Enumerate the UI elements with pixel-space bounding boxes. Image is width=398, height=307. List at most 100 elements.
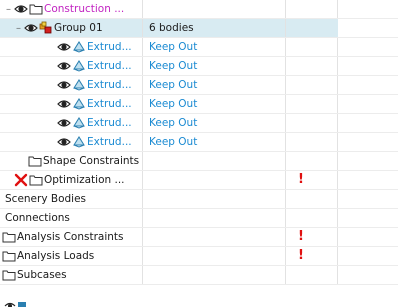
- tree-row-optimization[interactable]: Optimization ... !: [0, 171, 398, 190]
- status-cell: [286, 76, 338, 94]
- row-value: 6 bodies: [149, 22, 194, 34]
- row-value: [143, 193, 149, 205]
- name-cell: Shape Constraints: [0, 152, 143, 170]
- value-cell: Keep Out: [143, 95, 286, 113]
- warning-mark: !: [298, 172, 304, 187]
- extrude-icon: [72, 40, 86, 54]
- eye-icon[interactable]: [57, 116, 71, 130]
- name-cell: Extrud...: [0, 38, 143, 56]
- row-label: Extrud...: [87, 98, 132, 110]
- eye-icon[interactable]: [24, 21, 38, 35]
- name-cell: Scenery Bodies: [0, 190, 143, 208]
- eye-icon[interactable]: [57, 97, 71, 111]
- status-cell: [286, 0, 338, 18]
- extrude-icon: [72, 135, 86, 149]
- tree-row-subcases[interactable]: Subcases: [0, 266, 398, 285]
- row-label: Optimization ...: [44, 174, 125, 186]
- value-cell: [143, 0, 286, 18]
- folder-icon: [28, 154, 42, 168]
- eye-icon[interactable]: [57, 78, 71, 92]
- folder-icon: [29, 2, 43, 16]
- name-cell: Extrud...: [0, 114, 143, 132]
- eye-icon[interactable]: [57, 135, 71, 149]
- row-value: [143, 250, 149, 262]
- row-value[interactable]: Keep Out: [143, 41, 197, 53]
- extrude-icon: [72, 97, 86, 111]
- row-label: Extrud...: [87, 79, 132, 91]
- value-cell: Keep Out: [143, 57, 286, 75]
- tree-row-extrude-1[interactable]: Extrud... Keep Out: [0, 38, 398, 57]
- tree-row-extrude-3[interactable]: Extrud... Keep Out: [0, 76, 398, 95]
- collapse-icon[interactable]: –: [14, 23, 23, 34]
- status-cell: [286, 247, 338, 265]
- row-label: Construction ...: [44, 3, 125, 15]
- name-cell: Extrud...: [0, 95, 143, 113]
- eye-icon[interactable]: [57, 59, 71, 73]
- name-cell: Subcases: [0, 266, 143, 284]
- status-cell: [286, 209, 338, 227]
- tree-row-construction[interactable]: – Construction ...: [0, 0, 398, 19]
- name-cell: – Construction ...: [0, 0, 143, 18]
- tree-row-group-01[interactable]: – Group 01 6 bodies: [0, 19, 398, 38]
- status-cell: [286, 171, 338, 189]
- tree-row-connections[interactable]: Connections: [0, 209, 398, 228]
- name-cell: Extrud...: [0, 57, 143, 75]
- warning-mark: !: [298, 248, 304, 263]
- row-value: [143, 212, 149, 224]
- row-label: Subcases: [17, 269, 67, 281]
- tree-row-extrude-2[interactable]: Extrud... Keep Out: [0, 57, 398, 76]
- name-cell: Optimization ...: [0, 171, 143, 189]
- name-cell: Extrud...: [0, 133, 143, 151]
- folder-icon: [2, 230, 16, 244]
- tree-row-scenery-bodies[interactable]: Scenery Bodies: [0, 190, 398, 209]
- row-value[interactable]: Keep Out: [143, 79, 197, 91]
- error-x-icon: [14, 173, 28, 187]
- tree-row-shape-constraints[interactable]: Shape Constraints: [0, 152, 398, 171]
- group-icon: [39, 21, 53, 35]
- row-label: Scenery Bodies: [5, 193, 87, 205]
- row-value[interactable]: Keep Out: [143, 60, 197, 72]
- row-label: Extrud...: [87, 117, 132, 129]
- status-cell: [286, 190, 338, 208]
- row-value: [143, 155, 149, 167]
- row-label: Group 01: [54, 22, 103, 34]
- name-cell: – Group 01: [0, 19, 143, 37]
- row-label: Analysis Loads: [17, 250, 95, 262]
- folder-icon: [2, 249, 16, 263]
- row-value: [143, 231, 149, 243]
- value-cell: Keep Out: [143, 114, 286, 132]
- tree-row-extrude-5[interactable]: Extrud... Keep Out: [0, 114, 398, 133]
- value-cell: [143, 152, 286, 170]
- status-cell: [286, 228, 338, 246]
- warning-mark: !: [298, 229, 304, 244]
- navigator-tree: – Construction ... – Group 01 6 bodies E…: [0, 0, 398, 307]
- value-cell: [143, 228, 286, 246]
- row-value[interactable]: Keep Out: [143, 98, 197, 110]
- row-value[interactable]: Keep Out: [143, 117, 197, 129]
- tree-row-analysis-constraints[interactable]: Analysis Constraints !: [0, 228, 398, 247]
- extrude-icon: [72, 78, 86, 92]
- row-value: [143, 269, 149, 281]
- row-label: Connections: [5, 212, 70, 224]
- row-value: [143, 3, 149, 15]
- status-cell: [286, 38, 338, 56]
- tree-row-extrude-6[interactable]: Extrud... Keep Out: [0, 133, 398, 152]
- folder-icon: [29, 173, 43, 187]
- extrude-icon: [72, 59, 86, 73]
- row-value[interactable]: Keep Out: [143, 136, 197, 148]
- value-cell: [143, 171, 286, 189]
- tree-row-partial: [0, 298, 398, 307]
- value-cell: Keep Out: [143, 38, 286, 56]
- row-value: [143, 174, 149, 186]
- status-cell: [286, 152, 338, 170]
- value-cell: [143, 266, 286, 284]
- eye-icon[interactable]: [14, 2, 28, 16]
- tree-row-extrude-4[interactable]: Extrud... Keep Out: [0, 95, 398, 114]
- tree-row-analysis-loads[interactable]: Analysis Loads !: [0, 247, 398, 266]
- eye-icon[interactable]: [57, 40, 71, 54]
- row-label: Extrud...: [87, 136, 132, 148]
- collapse-icon[interactable]: –: [4, 4, 13, 15]
- folder-icon: [2, 268, 16, 282]
- status-cell: [286, 19, 338, 37]
- value-cell: Keep Out: [143, 76, 286, 94]
